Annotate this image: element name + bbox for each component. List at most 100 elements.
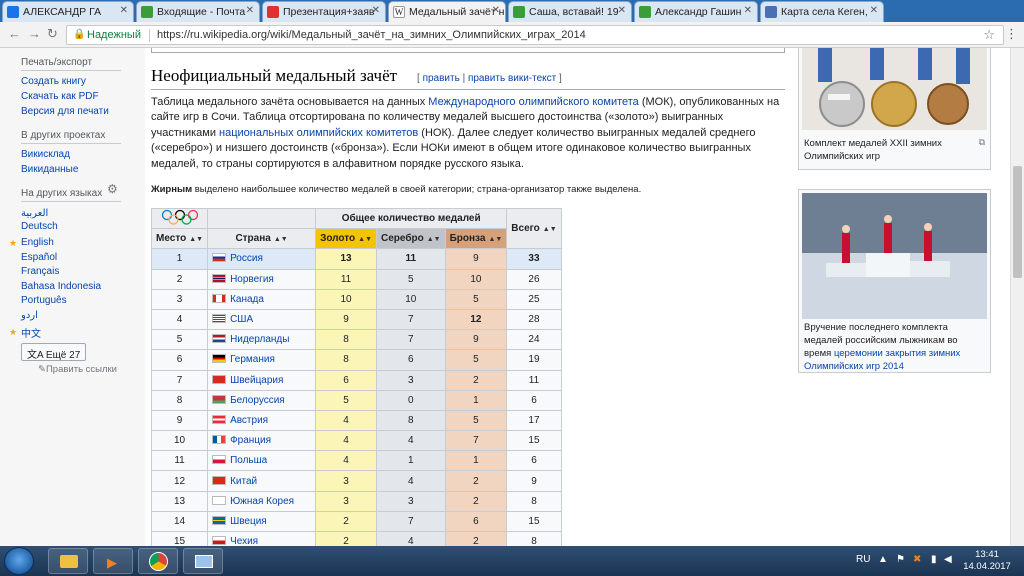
country-link[interactable]: США <box>230 314 253 325</box>
bronze-header[interactable]: Бронза ▲▼ <box>444 228 508 250</box>
browser-tab[interactable]: Саша, вставай! 19 ✕ <box>508 1 632 22</box>
country-header[interactable]: Страна ▲▼ <box>207 228 317 250</box>
start-button[interactable] <box>4 547 34 575</box>
network-icon[interactable]: ✖ <box>913 554 921 565</box>
table-cell-country: Россия <box>207 248 317 270</box>
lang-link-chinese[interactable]: 中文 <box>21 325 41 340</box>
noc-link[interactable]: национальных олимпийских комитетов <box>219 127 418 139</box>
chrome-taskbar-icon[interactable] <box>138 548 178 574</box>
country-link[interactable]: Швейцария <box>230 375 283 386</box>
total-header[interactable]: Всего ▲▼ <box>506 207 562 250</box>
edit-wikitext-link[interactable]: править вики-текст <box>468 73 556 84</box>
country-link[interactable]: Белоруссия <box>230 395 285 406</box>
system-clock[interactable]: 13:41 14.04.2017 <box>958 549 1016 573</box>
sidebar-link-wikidata[interactable]: Викиданные <box>21 164 78 175</box>
olympic-rings-cell <box>150 207 209 230</box>
lang-link-arabic[interactable]: العربية <box>21 208 48 219</box>
reload-icon[interactable]: ↻ <box>47 26 58 42</box>
sort-icon[interactable]: ▲▼ <box>274 236 288 243</box>
table-cell-total: 8 <box>506 490 562 512</box>
close-tab-icon[interactable]: ✕ <box>870 5 878 16</box>
country-link[interactable]: Россия <box>230 253 263 264</box>
lang-link-french[interactable]: Français <box>21 266 59 277</box>
country-link[interactable]: Швеция <box>230 516 267 527</box>
window-taskbar-icon[interactable] <box>183 548 223 574</box>
table-cell-place: 12 <box>150 470 209 492</box>
country-link[interactable]: Австрия <box>230 415 268 426</box>
sort-icon[interactable]: ▲▼ <box>358 236 372 243</box>
language-indicator[interactable]: RU <box>856 554 870 565</box>
sidebar-link-create-book[interactable]: Создать книгу <box>21 76 86 87</box>
silver-header[interactable]: Серебро ▲▼ <box>376 228 446 250</box>
table-cell-total: 25 <box>506 288 562 310</box>
bookmark-star-icon[interactable]: ☆ <box>983 27 995 43</box>
media-player-taskbar-icon[interactable]: ▶ <box>93 548 133 574</box>
country-link[interactable]: Канада <box>230 294 264 305</box>
sidebar-link-download-pdf[interactable]: Скачать как PDF <box>21 91 99 102</box>
browser-tab[interactable]: АЛЕКСАНДР ГА ✕ <box>2 1 134 22</box>
tray-expand-icon[interactable]: ▲ <box>878 554 888 565</box>
lang-link-urdu[interactable]: اردو <box>21 310 38 321</box>
country-link[interactable]: Польша <box>230 455 267 466</box>
scrollbar[interactable] <box>1010 48 1024 546</box>
sort-icon[interactable]: ▲▼ <box>427 236 441 243</box>
country-flag-icon <box>212 273 227 283</box>
close-tab-icon[interactable]: ✕ <box>120 5 128 16</box>
country-link[interactable]: Германия <box>230 354 275 365</box>
close-tab-icon[interactable]: ✕ <box>744 5 752 16</box>
gold-header[interactable]: Золото ▲▼ <box>315 228 377 250</box>
gear-icon[interactable]: ⚙ <box>107 182 118 196</box>
country-flag-icon <box>212 475 227 485</box>
table-cell-country: Швеция <box>207 510 317 533</box>
lang-link-english[interactable]: English <box>21 237 54 248</box>
browser-tab[interactable]: Входящие - Почта ✕ <box>136 1 260 22</box>
lang-link-indonesian[interactable]: Bahasa Indonesia <box>21 281 101 292</box>
table-row: 6 Германия 8 6 5 19 <box>150 349 562 371</box>
more-languages-button[interactable]: 文A Ещё 27 <box>21 343 87 361</box>
country-link[interactable]: Китай <box>230 476 257 487</box>
closing-ceremony-image[interactable] <box>802 193 987 319</box>
edit-links-link[interactable]: ✎Править ссылки <box>38 364 117 375</box>
sort-icon[interactable]: ▲▼ <box>488 236 502 243</box>
close-tab-icon[interactable]: ✕ <box>372 5 380 16</box>
place-header[interactable]: Место ▲▼ <box>150 228 209 250</box>
country-link[interactable]: Норвегия <box>230 274 274 285</box>
browser-menu-icon[interactable]: ⋮ <box>1005 26 1018 42</box>
sort-icon[interactable]: ▲▼ <box>189 236 203 243</box>
close-tab-icon[interactable]: ✕ <box>246 5 254 16</box>
youtube-icon <box>267 6 279 18</box>
lang-link-portuguese[interactable]: Português <box>21 295 67 306</box>
sidebar-link-commons[interactable]: Викисклад <box>21 149 70 160</box>
flag-icon[interactable]: ⚑ <box>896 554 905 565</box>
lang-link-german[interactable]: Deutsch <box>21 221 58 232</box>
olympic-medals-image[interactable] <box>802 48 987 130</box>
close-tab-icon[interactable]: ✕ <box>492 5 500 16</box>
table-cell-country: Белоруссия <box>207 389 317 411</box>
page-content: Печать/экспорт Создать книгу Скачать как… <box>0 48 1024 546</box>
close-tab-icon[interactable]: ✕ <box>618 5 626 16</box>
country-link[interactable]: Чехия <box>230 536 258 546</box>
sort-icon[interactable]: ▲▼ <box>543 226 557 233</box>
enlarge-icon[interactable]: ⧉ <box>979 137 985 148</box>
edit-section-link[interactable]: править <box>423 73 460 84</box>
browser-tab[interactable]: Карта села Кеген, ✕ <box>760 1 884 22</box>
browser-tab[interactable]: Презентация+заяв ✕ <box>262 1 386 22</box>
back-icon[interactable]: ← <box>8 26 21 41</box>
country-link[interactable]: Южная Корея <box>230 496 294 507</box>
browser-tab[interactable]: Александр Гашин ✕ <box>634 1 758 22</box>
divider <box>21 70 121 71</box>
forward-icon[interactable]: → <box>28 26 41 41</box>
table-cell-place: 10 <box>150 430 209 452</box>
explorer-taskbar-icon[interactable] <box>48 548 88 574</box>
volume-icon[interactable]: ◀ <box>944 554 952 565</box>
country-flag-icon <box>212 394 227 404</box>
address-input[interactable]: 🔒 Надежный https://ru.wikipedia.org/wiki… <box>66 25 1004 45</box>
lang-link-spanish[interactable]: Español <box>21 252 57 263</box>
country-link[interactable]: Франция <box>230 435 271 446</box>
country-link[interactable]: Нидерланды <box>230 334 289 345</box>
signal-icon[interactable]: ▮ <box>931 554 937 565</box>
scrollbar-thumb[interactable] <box>1013 166 1022 278</box>
ioc-link[interactable]: Международного олимпийского комитета <box>428 96 639 108</box>
browser-tab-active[interactable]: W Медальный зачёт н ✕ <box>388 1 506 23</box>
sidebar-link-print-version[interactable]: Версия для печати <box>21 106 109 117</box>
